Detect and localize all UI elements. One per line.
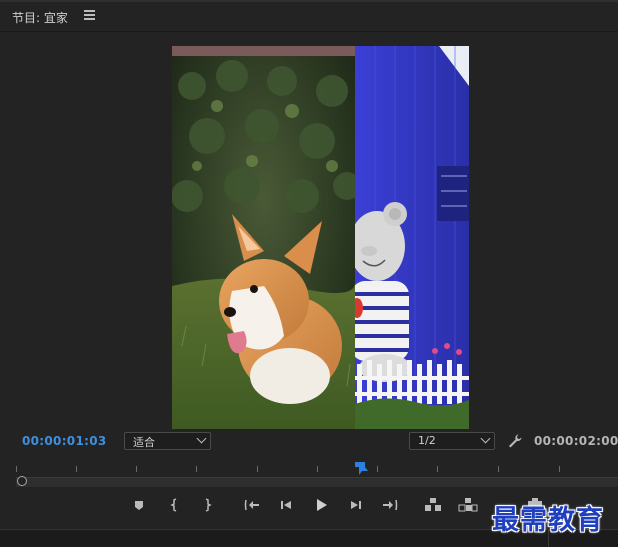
go-to-in-button[interactable] xyxy=(241,494,263,516)
mark-out-icon xyxy=(205,498,212,512)
blue-building-bear-photo xyxy=(355,46,469,429)
playback-resolution-select[interactable]: 1/2 xyxy=(409,432,495,450)
hamburger-menu-icon[interactable] xyxy=(84,10,95,20)
step-back-icon xyxy=(281,501,291,509)
step-forward-icon xyxy=(351,501,361,509)
video-frame[interactable] xyxy=(172,46,469,429)
watermark-text: 最需教育 xyxy=(492,505,604,536)
mark-out-button[interactable] xyxy=(196,494,218,516)
duration-timecode: 00:00:02:00 xyxy=(534,434,618,448)
panel-header: 节目: 宜家 xyxy=(0,2,618,32)
marker-icon xyxy=(135,501,143,510)
go-to-in-icon xyxy=(244,499,259,511)
time-ruler[interactable] xyxy=(16,462,618,476)
step-back-button[interactable] xyxy=(275,494,297,516)
chevron-down-icon xyxy=(480,433,491,444)
zoom-fit-value: 适合 xyxy=(133,436,155,449)
wrench-settings-icon[interactable] xyxy=(507,433,523,449)
corgi-dog-photo xyxy=(172,46,355,429)
add-marker-button[interactable] xyxy=(128,494,150,516)
playback-resolution-value: 1/2 xyxy=(418,434,436,447)
scrub-bar[interactable] xyxy=(16,477,618,487)
scrub-start-handle[interactable] xyxy=(17,476,27,486)
program-monitor-panel: 节目: 宜家 00:00:01:03 适合 1/2 00:00:02:00 最需… xyxy=(0,0,618,547)
lift-icon xyxy=(425,498,441,511)
mark-in-icon xyxy=(170,498,177,512)
panel-title[interactable]: 节目: 宜家 xyxy=(12,9,68,26)
extract-button[interactable] xyxy=(457,494,479,516)
mark-in-button[interactable] xyxy=(164,494,186,516)
play-icon xyxy=(317,499,327,511)
program-viewer[interactable] xyxy=(0,32,618,430)
lift-button[interactable] xyxy=(422,494,444,516)
play-button[interactable] xyxy=(310,494,332,516)
playhead-marker[interactable] xyxy=(355,460,369,475)
extract-icon xyxy=(458,498,478,512)
current-timecode[interactable]: 00:00:01:03 xyxy=(22,434,107,448)
step-forward-button[interactable] xyxy=(345,494,367,516)
go-to-out-icon xyxy=(383,499,398,511)
zoom-fit-select[interactable]: 适合 xyxy=(124,432,211,450)
go-to-out-button[interactable] xyxy=(379,494,401,516)
chevron-down-icon xyxy=(196,433,207,444)
